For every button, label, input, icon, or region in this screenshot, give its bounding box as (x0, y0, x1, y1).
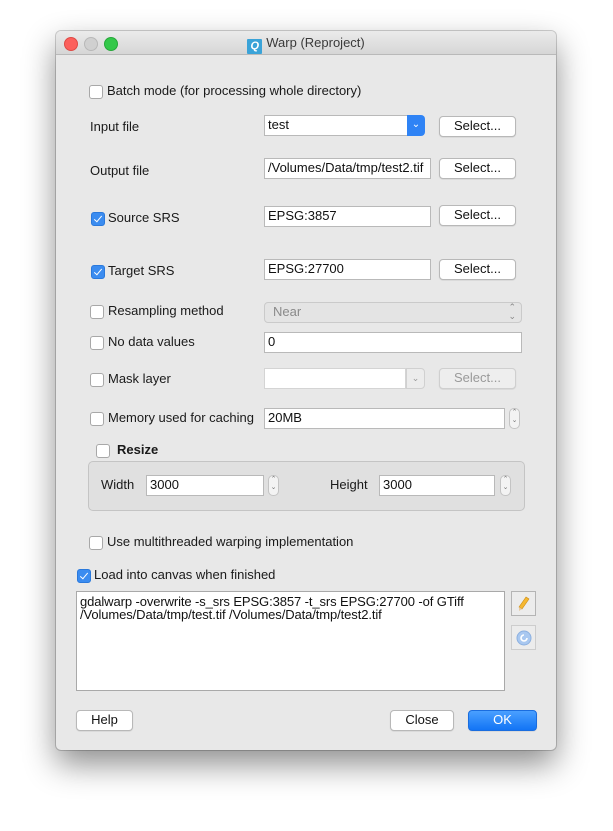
qgis-logo-icon: Q (247, 39, 263, 54)
width-stepper[interactable]: ⌃ ⌄ (268, 475, 279, 496)
multithread-label: Use multithreaded warping implementation (107, 534, 354, 549)
height-input[interactable]: 3000 (379, 475, 495, 496)
height-stepper[interactable]: ⌃ ⌄ (500, 475, 511, 496)
resampling-select[interactable]: Near ⌃ ⌄ (264, 302, 522, 323)
input-file-combo[interactable]: test (264, 115, 408, 136)
resampling-checkbox[interactable] (90, 305, 104, 319)
height-label: Height (330, 477, 368, 492)
resize-checkbox[interactable] (96, 444, 110, 458)
width-label: Width (101, 477, 135, 492)
command-textarea[interactable]: gdalwarp -overwrite -s_srs EPSG:3857 -t_… (76, 591, 505, 691)
no-data-label: No data values (108, 334, 195, 349)
target-srs-select-button[interactable]: Select... (439, 259, 516, 280)
title-bar: Q Warp (Reproject) (56, 31, 556, 55)
edit-command-button[interactable] (511, 591, 536, 616)
mask-layer-label: Mask layer (108, 371, 171, 386)
no-data-checkbox[interactable] (90, 336, 104, 350)
memory-label: Memory used for caching (108, 410, 254, 425)
output-file-select-button[interactable]: Select... (439, 158, 516, 179)
input-file-select-button[interactable]: Select... (439, 116, 516, 137)
warp-dialog: Q Warp (Reproject) Batch mode (for proces… (56, 31, 556, 750)
reset-icon (516, 630, 531, 645)
source-srs-label: Source SRS (108, 210, 180, 225)
batch-mode-checkbox[interactable] (89, 85, 103, 99)
window-title: Warp (Reproject) (266, 35, 365, 50)
source-srs-checkbox[interactable] (91, 212, 105, 226)
window-title-wrap: Q Warp (Reproject) (56, 35, 556, 54)
help-button[interactable]: Help (76, 710, 133, 731)
resampling-label: Resampling method (108, 303, 224, 318)
ok-button[interactable]: OK (468, 710, 537, 731)
mask-chevron-down-icon[interactable]: ⌄ (406, 368, 425, 389)
resize-label: Resize (117, 442, 159, 457)
memory-input[interactable]: 20MB (264, 408, 505, 429)
output-file-input[interactable]: /Volumes/Data/tmp/test2.tif (264, 158, 431, 179)
no-data-input[interactable]: 0 (264, 332, 522, 353)
resize-group: Width 3000 ⌃ ⌄ Height 3000 ⌃ ⌄ (88, 461, 525, 511)
target-srs-label: Target SRS (108, 263, 175, 278)
source-srs-select-button[interactable]: Select... (439, 205, 516, 226)
mask-layer-checkbox[interactable] (90, 373, 104, 387)
memory-stepper[interactable]: ⌃ ⌄ (509, 408, 520, 429)
close-button[interactable]: Close (390, 710, 454, 731)
target-srs-checkbox[interactable] (91, 265, 105, 279)
load-canvas-label: Load into canvas when finished (94, 567, 276, 582)
output-file-label: Output file (90, 163, 150, 178)
chevron-down-icon[interactable]: ⌄ (407, 115, 425, 136)
input-file-label: Input file (90, 119, 140, 134)
mask-layer-select-button: Select... (439, 368, 516, 389)
load-canvas-checkbox[interactable] (77, 569, 91, 583)
up-down-chevron-icon: ⌃ ⌄ (508, 302, 516, 321)
width-input[interactable]: 3000 (146, 475, 264, 496)
source-srs-input[interactable]: EPSG:3857 (264, 206, 431, 227)
target-srs-input[interactable]: EPSG:27700 (264, 259, 431, 280)
mask-layer-combo[interactable] (264, 368, 406, 389)
memory-checkbox[interactable] (90, 412, 104, 426)
multithread-checkbox[interactable] (89, 536, 103, 550)
reset-command-button (511, 625, 536, 650)
resampling-value: Near (273, 304, 302, 319)
batch-mode-label: Batch mode (for processing whole directo… (107, 83, 362, 98)
pencil-icon (518, 596, 529, 611)
